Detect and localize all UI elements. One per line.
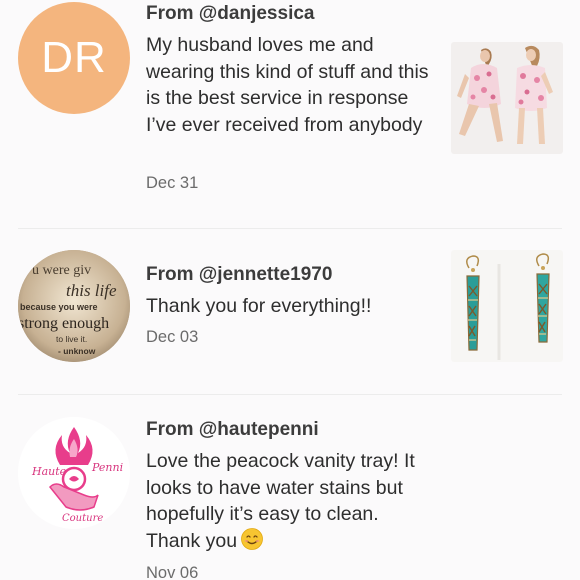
review-text: Thank you for everything!! bbox=[146, 295, 372, 317]
avatar[interactable]: DR bbox=[18, 2, 130, 114]
review-author-link[interactable]: From @jennette1970 bbox=[146, 264, 332, 286]
review-date: Dec 03 bbox=[146, 328, 199, 346]
review-date: Nov 06 bbox=[146, 564, 199, 580]
smiling-face-emoji bbox=[241, 527, 263, 550]
pink-floral-rompers-photo bbox=[451, 42, 563, 154]
listing-thumbnail[interactable] bbox=[451, 42, 563, 154]
quote-line: because you were bbox=[20, 302, 98, 312]
quote-line: to live it. bbox=[56, 334, 87, 344]
quote-line: - unknow bbox=[58, 346, 96, 356]
quote-line: u were giv bbox=[32, 263, 91, 278]
logo-text: Penni bbox=[91, 461, 123, 474]
review-item: DR From @danjessica My husband loves me … bbox=[0, 0, 580, 230]
review-text: Love the peacock vanity tray! It looks t… bbox=[146, 448, 426, 554]
avatar[interactable]: Haute Penni Couture bbox=[18, 417, 130, 529]
review-item: u were giv this life because you were st… bbox=[0, 230, 580, 395]
avatar-initials: DR bbox=[41, 33, 107, 82]
reviews-feed: DR From @danjessica My husband loves me … bbox=[0, 0, 580, 580]
review-author-link[interactable]: From @danjessica bbox=[146, 3, 314, 25]
haute-penni-couture-logo: Haute Penni Couture bbox=[18, 417, 130, 529]
logo-text: Couture bbox=[62, 513, 103, 524]
review-text-content: Love the peacock vanity tray! It looks t… bbox=[146, 450, 415, 552]
quote-graphic-avatar: u were giv this life because you were st… bbox=[18, 250, 130, 362]
divider bbox=[18, 228, 562, 229]
review-author-link[interactable]: From @hautepenni bbox=[146, 419, 319, 441]
quote-line: this life bbox=[66, 281, 117, 300]
logo-text: Haute bbox=[31, 465, 67, 478]
review-text: My husband loves me and wearing this kin… bbox=[146, 34, 429, 136]
avatar[interactable]: u were giv this life because you were st… bbox=[18, 250, 130, 362]
review-date: Dec 31 bbox=[146, 174, 199, 192]
turquoise-earrings-photo bbox=[451, 250, 563, 362]
listing-thumbnail[interactable] bbox=[451, 250, 563, 362]
review-item: Haute Penni Couture From @hautepenni Lov… bbox=[0, 395, 580, 580]
quote-line: strong enough bbox=[18, 315, 109, 332]
